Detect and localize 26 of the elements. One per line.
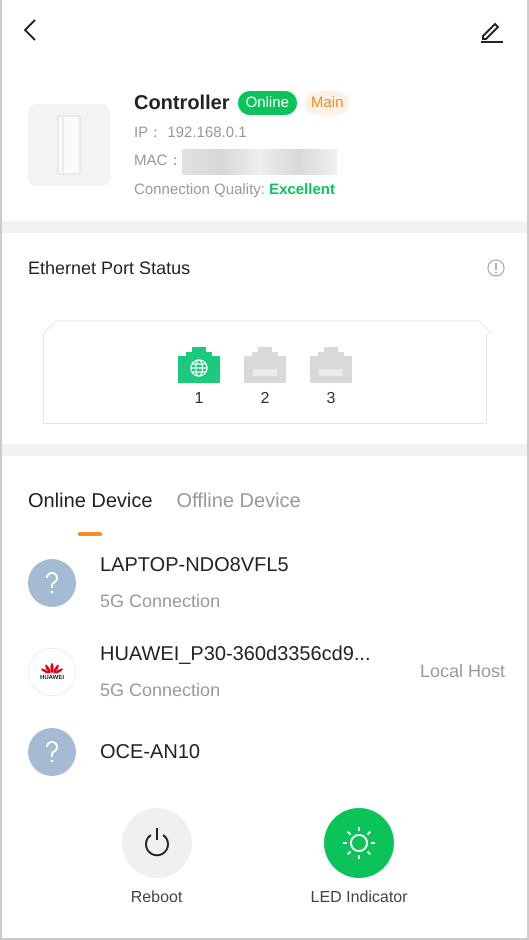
ip-address: IP： 192.168.0.1 (134, 123, 248, 143)
status-badge: Online (238, 90, 297, 116)
section-title: Ethernet Port Status (28, 257, 190, 280)
action-label: LED Indicator (310, 888, 408, 908)
action-label: Reboot (130, 888, 182, 908)
device-name[interactable]: LAPTOP-NDO8VFL5 (100, 550, 505, 580)
device-name[interactable]: OCE-AN10 (100, 737, 505, 767)
sun-icon (342, 826, 376, 860)
active-tab-indicator (78, 532, 102, 536)
host-label: Local Host (420, 660, 505, 683)
port-number: 2 (260, 388, 270, 408)
role-badge: Main (304, 90, 350, 116)
connection-quality: Connection Quality: Excellent (134, 180, 336, 200)
device-name[interactable]: HUAWEI_P30-360d3356cd9... (100, 639, 396, 669)
info-icon[interactable] (487, 259, 505, 278)
port-number: 1 (194, 388, 204, 408)
question-mark-icon (45, 741, 59, 763)
device-name: Controller (134, 91, 230, 116)
petal-logo-icon (41, 662, 63, 674)
connection-type: 5G Connection (100, 679, 222, 702)
port-number: 3 (326, 388, 336, 408)
back-icon[interactable] (24, 19, 36, 41)
mac-label: MAC： (134, 151, 182, 172)
question-mark-icon (45, 572, 59, 594)
connection-type: 5G Connection (100, 590, 222, 613)
tab[interactable]: Online Device (28, 486, 153, 516)
